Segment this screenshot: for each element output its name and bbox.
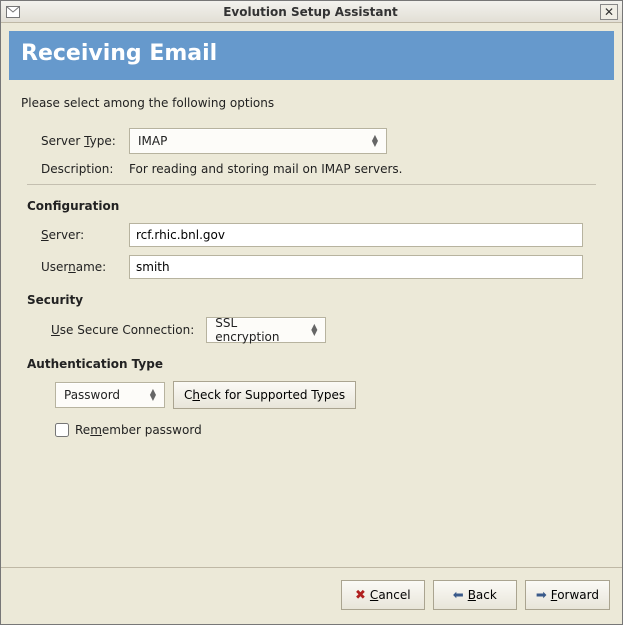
server-type-label: Server Type: (41, 134, 129, 148)
mail-icon (5, 4, 21, 20)
chevron-updown-icon: ▲▼ (146, 389, 160, 401)
footer: ✖ Cancel ⬅ Back ➡ Forward (1, 567, 622, 624)
form-body: Please select among the following option… (1, 88, 622, 567)
back-label: Back (468, 588, 497, 602)
chevron-updown-icon: ▲▼ (368, 135, 382, 147)
secure-connection-label: Use Secure Connection: (51, 323, 194, 337)
server-type-select[interactable]: IMAP ▲▼ (129, 128, 387, 154)
auth-type-row: Password ▲▼ Check for Supported Types (27, 381, 596, 409)
auth-type-select[interactable]: Password ▲▼ (55, 382, 165, 408)
remember-password-label: Remember password (75, 423, 202, 437)
remember-password-row: Remember password (27, 423, 596, 437)
remember-password-checkbox[interactable] (55, 423, 69, 437)
section-configuration: Configuration (27, 199, 596, 213)
check-supported-button[interactable]: Check for Supported Types (173, 381, 356, 409)
server-label: Server: (41, 228, 129, 242)
forward-label: Forward (551, 588, 599, 602)
server-input[interactable] (129, 223, 583, 247)
window-title: Evolution Setup Assistant (21, 5, 600, 19)
page-title: Receiving Email (21, 41, 602, 66)
titlebar: Evolution Setup Assistant ✕ (1, 1, 622, 23)
username-row: Username: (27, 255, 596, 279)
username-label: Username: (41, 260, 129, 274)
close-icon: ✕ (604, 5, 614, 19)
description-label: Description: (41, 162, 129, 176)
secure-connection-row: Use Secure Connection: SSL encryption ▲▼ (27, 317, 596, 343)
description-text: For reading and storing mail on IMAP ser… (129, 162, 402, 176)
cancel-icon: ✖ (355, 588, 366, 603)
section-security: Security (27, 293, 596, 307)
chevron-updown-icon: ▲▼ (307, 324, 321, 336)
cancel-label: Cancel (370, 588, 411, 602)
intro-text: Please select among the following option… (21, 96, 596, 110)
server-row: Server: (27, 223, 596, 247)
section-auth-type: Authentication Type (27, 357, 596, 371)
arrow-left-icon: ⬅ (453, 588, 464, 603)
arrow-right-icon: ➡ (536, 588, 547, 603)
window: Evolution Setup Assistant ✕ Receiving Em… (0, 0, 623, 625)
page-header: Receiving Email (9, 31, 614, 80)
username-input[interactable] (129, 255, 583, 279)
check-supported-label: Check for Supported Types (184, 388, 345, 402)
divider (27, 184, 596, 185)
forward-button[interactable]: ➡ Forward (525, 580, 610, 610)
auth-type-value: Password (64, 388, 138, 402)
cancel-button[interactable]: ✖ Cancel (341, 580, 425, 610)
close-button[interactable]: ✕ (600, 4, 618, 20)
description-row: Description: For reading and storing mai… (27, 162, 596, 176)
secure-connection-select[interactable]: SSL encryption ▲▼ (206, 317, 326, 343)
back-button[interactable]: ⬅ Back (433, 580, 517, 610)
server-type-row: Server Type: IMAP ▲▼ (27, 128, 596, 154)
secure-connection-value: SSL encryption (215, 316, 299, 344)
content: Receiving Email Please select among the … (1, 23, 622, 624)
server-type-value: IMAP (138, 134, 360, 148)
